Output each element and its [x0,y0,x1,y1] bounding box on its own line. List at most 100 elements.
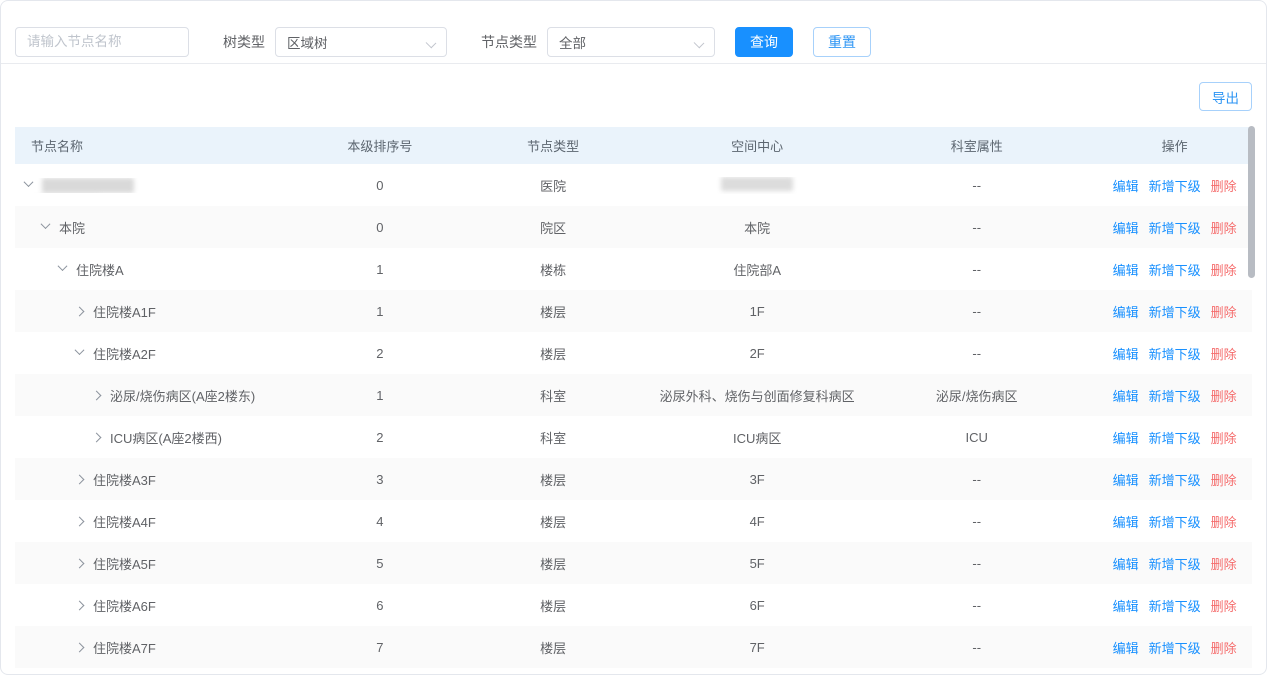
tree-type-label: 树类型 [223,32,265,52]
table-row: 住院楼A7F7楼层7F--编辑新增下级删除 [15,626,1252,668]
dept-attribute-cell: -- [856,220,1097,235]
dept-attribute-cell: -- [856,598,1097,613]
node-name-cell: 住院楼A3F [15,470,312,489]
table-row: 住院楼A3F3楼层3F--编辑新增下级删除 [15,458,1252,500]
node-name: 住院楼A3F [93,470,156,489]
node-type-cell: 楼层 [448,554,658,573]
node-name-cell: 住院楼A6F [15,596,312,615]
node-type-label: 节点类型 [481,32,537,52]
delete-link[interactable]: 删除 [1211,302,1237,321]
filter-bar: 树类型 区域树 节点类型 全部 查询 重置 [1,1,1266,63]
table-row: 住院楼A2F2楼层2F--编辑新增下级删除 [15,332,1252,374]
expand-chevron-icon[interactable] [75,516,85,526]
node-name: 本院 [59,218,85,237]
sort-number-cell: 1 [312,304,448,319]
add-child-link[interactable]: 新增下级 [1149,260,1201,279]
operations-cell: 编辑新增下级删除 [1097,386,1252,405]
edit-link[interactable]: 编辑 [1113,428,1139,447]
col-header-node-type: 节点类型 [448,136,658,155]
delete-link[interactable]: 删除 [1211,638,1237,657]
table-row: 住院楼A6F6楼层6F--编辑新增下级删除 [15,584,1252,626]
masked-node-name [42,178,134,193]
dept-attribute-cell: -- [856,304,1097,319]
delete-link[interactable]: 删除 [1211,596,1237,615]
operations-cell: 编辑新增下级删除 [1097,596,1252,615]
expand-chevron-icon[interactable] [92,432,102,442]
delete-link[interactable]: 删除 [1211,554,1237,573]
operations-cell: 编辑新增下级删除 [1097,344,1252,363]
operations-cell: 编辑新增下级删除 [1097,638,1252,657]
expand-chevron-icon[interactable] [75,600,85,610]
edit-link[interactable]: 编辑 [1113,260,1139,279]
add-child-link[interactable]: 新增下级 [1149,638,1201,657]
page-card: 树类型 区域树 节点类型 全部 查询 重置 导出 节点名称 本级排序号 节点类型… [0,0,1267,675]
expand-chevron-icon[interactable] [92,390,102,400]
delete-link[interactable]: 删除 [1211,218,1237,237]
edit-link[interactable]: 编辑 [1113,344,1139,363]
export-button[interactable]: 导出 [1199,82,1252,111]
expand-chevron-icon[interactable] [75,642,85,652]
sort-number-cell: 2 [312,430,448,445]
collapse-chevron-icon[interactable] [75,345,85,355]
edit-link[interactable]: 编辑 [1113,176,1139,195]
operations-cell: 编辑新增下级删除 [1097,554,1252,573]
reset-button[interactable]: 重置 [813,27,871,57]
add-child-link[interactable]: 新增下级 [1149,386,1201,405]
delete-link[interactable]: 删除 [1211,260,1237,279]
node-type-cell: 科室 [448,428,658,447]
add-child-link[interactable]: 新增下级 [1149,554,1201,573]
add-child-link[interactable]: 新增下级 [1149,218,1201,237]
dept-attribute-cell: -- [856,556,1097,571]
edit-link[interactable]: 编辑 [1113,638,1139,657]
add-child-link[interactable]: 新增下级 [1149,428,1201,447]
tree-type-select[interactable]: 区域树 [275,27,447,57]
dept-attribute-cell: -- [856,472,1097,487]
operations-cell: 编辑新增下级删除 [1097,428,1252,447]
delete-link[interactable]: 删除 [1211,512,1237,531]
delete-link[interactable]: 删除 [1211,428,1237,447]
add-child-link[interactable]: 新增下级 [1149,470,1201,489]
dept-attribute-cell: -- [856,262,1097,277]
edit-link[interactable]: 编辑 [1113,554,1139,573]
add-child-link[interactable]: 新增下级 [1149,344,1201,363]
edit-link[interactable]: 编辑 [1113,218,1139,237]
edit-link[interactable]: 编辑 [1113,596,1139,615]
expand-chevron-icon[interactable] [75,474,85,484]
table-row: 0医院--编辑新增下级删除 [15,164,1252,206]
operations-cell: 编辑新增下级删除 [1097,512,1252,531]
search-button[interactable]: 查询 [735,27,793,57]
space-center-cell: 住院部A [658,260,856,279]
delete-link[interactable]: 删除 [1211,386,1237,405]
node-type-cell: 楼层 [448,512,658,531]
add-child-link[interactable]: 新增下级 [1149,176,1201,195]
expand-chevron-icon[interactable] [75,306,85,316]
delete-link[interactable]: 删除 [1211,176,1237,195]
col-header-operations: 操作 [1097,136,1252,155]
edit-link[interactable]: 编辑 [1113,512,1139,531]
table-header: 节点名称 本级排序号 节点类型 空间中心 科室属性 操作 [15,127,1252,164]
collapse-chevron-icon[interactable] [41,219,51,229]
expand-chevron-icon[interactable] [75,558,85,568]
node-name: 住院楼A4F [93,512,156,531]
delete-link[interactable]: 删除 [1211,344,1237,363]
edit-link[interactable]: 编辑 [1113,302,1139,321]
vertical-scrollbar-thumb[interactable] [1248,126,1255,278]
table-row: ICU病区(A座2楼西)2科室ICU病区ICU编辑新增下级删除 [15,416,1252,458]
sort-number-cell: 5 [312,556,448,571]
operations-cell: 编辑新增下级删除 [1097,470,1252,489]
node-type-select[interactable]: 全部 [547,27,715,57]
space-center-cell [658,177,856,194]
add-child-link[interactable]: 新增下级 [1149,596,1201,615]
node-name-search-input[interactable] [15,27,189,57]
space-center-cell: 7F [658,640,856,655]
add-child-link[interactable]: 新增下级 [1149,302,1201,321]
delete-link[interactable]: 删除 [1211,470,1237,489]
edit-link[interactable]: 编辑 [1113,386,1139,405]
operations-cell: 编辑新增下级删除 [1097,260,1252,279]
collapse-chevron-icon[interactable] [24,178,34,188]
edit-link[interactable]: 编辑 [1113,470,1139,489]
collapse-chevron-icon[interactable] [58,261,68,271]
add-child-link[interactable]: 新增下级 [1149,512,1201,531]
table-row: 住院楼A5F5楼层5F--编辑新增下级删除 [15,542,1252,584]
node-name-cell: 本院 [15,218,312,237]
